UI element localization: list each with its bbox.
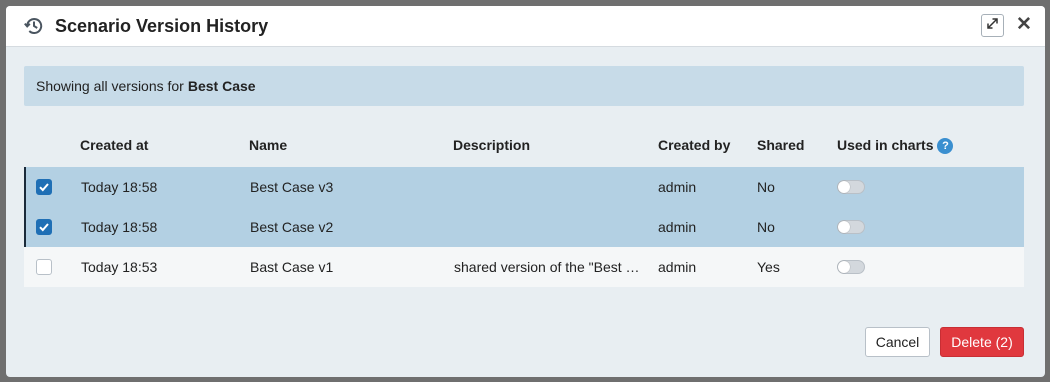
checkmark-icon xyxy=(39,183,49,192)
table-row[interactable]: Today 18:58 Best Case v3 admin No xyxy=(24,167,1024,207)
cell-shared: Yes xyxy=(757,259,780,275)
row-checkbox[interactable] xyxy=(36,259,52,275)
info-banner: Showing all versions for Best Case xyxy=(24,66,1024,106)
versions-table: Created at Name Description Created by S… xyxy=(24,124,1024,287)
cell-name: Best Case v2 xyxy=(250,219,334,235)
cell-created-at: Today 18:53 xyxy=(81,259,158,275)
header-shared[interactable]: Shared xyxy=(757,137,804,153)
cancel-button[interactable]: Cancel xyxy=(865,327,930,357)
cell-created-by: admin xyxy=(658,219,697,235)
row-checkbox[interactable] xyxy=(36,219,52,235)
dialog-title: Scenario Version History xyxy=(55,15,269,36)
cell-created-at: Today 18:58 xyxy=(81,179,158,195)
header-used-in-charts-label[interactable]: Used in charts xyxy=(837,137,933,153)
header-description[interactable]: Description xyxy=(453,137,530,153)
used-in-charts-toggle[interactable] xyxy=(837,180,865,194)
table-header: Created at Name Description Created by S… xyxy=(24,124,1024,167)
toggle-knob xyxy=(838,221,850,233)
dialog-header: Scenario Version History ✕ xyxy=(6,6,1045,47)
history-icon xyxy=(23,15,45,37)
used-in-charts-toggle[interactable] xyxy=(837,220,865,234)
checkmark-icon xyxy=(39,223,49,232)
cell-shared: No xyxy=(757,219,775,235)
header-created-by[interactable]: Created by xyxy=(658,137,730,153)
header-used-in-charts: Used in charts? xyxy=(837,137,954,154)
row-checkbox[interactable] xyxy=(36,179,52,195)
info-prefix: Showing all versions for xyxy=(36,78,184,94)
delete-button[interactable]: Delete (2) xyxy=(940,327,1024,357)
version-history-dialog: Scenario Version History ✕ Showing all v… xyxy=(6,6,1045,377)
cell-created-at: Today 18:58 xyxy=(81,219,158,235)
header-name[interactable]: Name xyxy=(249,137,287,153)
cell-created-by: admin xyxy=(658,179,697,195)
info-scenario-name: Best Case xyxy=(187,78,256,94)
toggle-knob xyxy=(838,261,850,273)
expand-icon xyxy=(986,17,999,35)
help-icon[interactable]: ? xyxy=(937,138,954,154)
table-row[interactable]: Today 18:53 Bast Case v1 shared version … xyxy=(24,247,1024,287)
cell-description: shared version of the "Best … xyxy=(454,259,640,275)
used-in-charts-toggle[interactable] xyxy=(837,260,865,274)
close-icon: ✕ xyxy=(1016,14,1032,35)
cell-name: Bast Case v1 xyxy=(250,259,334,275)
close-button[interactable]: ✕ xyxy=(1016,14,1032,35)
cell-name: Best Case v3 xyxy=(250,179,334,195)
table-row[interactable]: Today 18:58 Best Case v2 admin No xyxy=(24,207,1024,247)
header-created-at[interactable]: Created at xyxy=(80,137,148,153)
toggle-knob xyxy=(838,181,850,193)
cell-created-by: admin xyxy=(658,259,697,275)
expand-button[interactable] xyxy=(981,14,1004,37)
cell-shared: No xyxy=(757,179,775,195)
